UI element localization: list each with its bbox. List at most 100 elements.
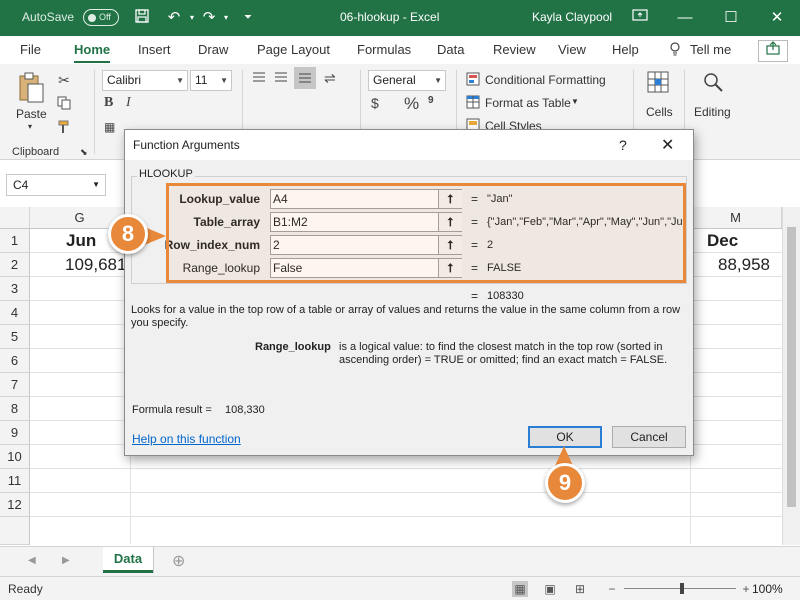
dialog-title: Function Arguments bbox=[133, 138, 240, 152]
sheet-prev-icon[interactable]: ◀ bbox=[28, 555, 36, 566]
align-top-icon[interactable] bbox=[252, 70, 266, 86]
tab-view[interactable]: View bbox=[558, 42, 586, 57]
row-header[interactable]: 1 bbox=[0, 229, 30, 253]
cells-label[interactable]: Cells bbox=[646, 105, 673, 119]
column-header-m[interactable]: M bbox=[690, 207, 782, 229]
zoom-slider-knob[interactable] bbox=[680, 583, 684, 594]
paste-icon[interactable] bbox=[14, 72, 48, 106]
row-header[interactable]: 12 bbox=[0, 493, 30, 517]
tab-help[interactable]: Help bbox=[612, 42, 639, 57]
copy-icon[interactable] bbox=[55, 96, 73, 114]
cut-icon[interactable]: ✂ bbox=[55, 72, 73, 90]
row-header[interactable]: 8 bbox=[0, 397, 30, 421]
row-header[interactable]: 10 bbox=[0, 445, 30, 469]
redo-dropdown-icon[interactable]: ▾ bbox=[216, 8, 236, 28]
conditional-formatting-label[interactable]: Conditional Formatting bbox=[485, 73, 606, 87]
row-header[interactable]: 7 bbox=[0, 373, 30, 397]
editing-label[interactable]: Editing bbox=[694, 105, 731, 119]
number-format-select[interactable]: General ▼ bbox=[368, 70, 446, 91]
sheet-next-icon[interactable]: ▶ bbox=[62, 555, 70, 566]
help-button[interactable]: ? bbox=[619, 137, 627, 153]
format-as-table-label[interactable]: Format as Table bbox=[485, 96, 571, 110]
sheet-tab-bar: ◀ ▶ Data ⊕ bbox=[0, 546, 800, 576]
comma-style-icon[interactable]: 9 bbox=[428, 95, 434, 106]
vertical-scrollbar[interactable] bbox=[782, 207, 800, 545]
tab-file[interactable]: File bbox=[20, 42, 41, 57]
save-icon[interactable] bbox=[132, 8, 152, 28]
borders-icon[interactable]: ▦ bbox=[104, 120, 115, 134]
font-name-value: Calibri bbox=[107, 73, 142, 87]
row-header[interactable]: 3 bbox=[0, 277, 30, 301]
row-header[interactable]: 6 bbox=[0, 349, 30, 373]
tab-draw[interactable]: Draw bbox=[198, 42, 228, 57]
equals-sign: = bbox=[471, 289, 479, 303]
ribbon-display-icon[interactable] bbox=[630, 8, 650, 28]
cell-m2[interactable]: 88,958 bbox=[718, 255, 770, 275]
minimize-button[interactable]: — bbox=[662, 0, 708, 36]
row-header-partial bbox=[0, 517, 30, 545]
italic-icon[interactable]: I bbox=[126, 95, 131, 111]
format-as-table-icon[interactable] bbox=[466, 95, 480, 112]
row-header[interactable]: 11 bbox=[0, 469, 30, 493]
lightbulb-icon[interactable] bbox=[669, 42, 681, 59]
status-ready: Ready bbox=[8, 582, 43, 596]
sheet-tab-data[interactable]: Data bbox=[103, 547, 153, 573]
gridline bbox=[30, 516, 782, 517]
align-bottom-icon[interactable] bbox=[294, 67, 316, 89]
cell-g2[interactable]: 109,681 bbox=[65, 255, 126, 275]
tab-home[interactable]: Home bbox=[74, 42, 111, 63]
ok-button[interactable]: OK bbox=[528, 426, 602, 448]
function-name: HLOOKUP bbox=[137, 168, 195, 180]
clipboard-launcher-icon[interactable]: ⬊ bbox=[80, 147, 88, 158]
tab-page-layout[interactable]: Page Layout bbox=[257, 42, 330, 57]
autosave-toggle[interactable]: Off bbox=[83, 9, 119, 26]
undo-icon[interactable]: ↶ bbox=[164, 8, 184, 28]
bold-icon[interactable]: B bbox=[104, 95, 113, 111]
font-name-select[interactable]: Calibri ▼ bbox=[102, 70, 188, 91]
cell-m1[interactable]: Dec bbox=[707, 231, 738, 251]
status-bar: Ready ▦ ▣ ⊞ − + 100% bbox=[0, 576, 800, 600]
customize-qat-icon[interactable]: ⏷ bbox=[238, 8, 258, 28]
zoom-out-icon[interactable]: − bbox=[604, 581, 620, 597]
wrap-text-icon[interactable]: ⇌ bbox=[324, 70, 336, 87]
percent-style-icon[interactable]: % bbox=[404, 94, 419, 114]
align-middle-icon[interactable] bbox=[274, 70, 288, 86]
step-badge-9: 9 bbox=[545, 463, 585, 503]
tell-me-search[interactable]: Tell me bbox=[690, 42, 731, 57]
page-layout-view-icon[interactable]: ▣ bbox=[542, 581, 558, 597]
paste-dropdown-icon[interactable]: ▾ bbox=[28, 122, 32, 131]
zoom-level[interactable]: 100% bbox=[752, 582, 783, 596]
find-icon[interactable] bbox=[700, 70, 726, 96]
close-window-button[interactable]: ✕ bbox=[754, 0, 800, 36]
add-sheet-icon[interactable]: ⊕ bbox=[172, 551, 185, 571]
tab-formulas[interactable]: Formulas bbox=[357, 42, 411, 57]
format-painter-icon[interactable] bbox=[55, 120, 73, 138]
step-badge-8: 8 bbox=[108, 214, 148, 254]
row-header[interactable]: 4 bbox=[0, 301, 30, 325]
select-all-corner[interactable] bbox=[0, 207, 30, 229]
maximize-button[interactable]: ☐ bbox=[708, 0, 754, 36]
user-name[interactable]: Kayla Claypool bbox=[532, 10, 612, 24]
chevron-down-icon: ▼ bbox=[220, 76, 228, 85]
help-on-function-link[interactable]: Help on this function bbox=[132, 432, 241, 446]
normal-view-icon[interactable]: ▦ bbox=[512, 581, 528, 597]
cell-g1[interactable]: Jun bbox=[66, 231, 96, 251]
tab-insert[interactable]: Insert bbox=[138, 42, 171, 57]
conditional-formatting-icon[interactable] bbox=[466, 72, 480, 89]
cancel-button[interactable]: Cancel bbox=[612, 426, 686, 448]
row-header[interactable]: 9 bbox=[0, 421, 30, 445]
clipboard-group-label: Clipboard bbox=[12, 146, 60, 158]
row-header[interactable]: 5 bbox=[0, 325, 30, 349]
accounting-format-icon[interactable]: $ bbox=[371, 95, 379, 111]
scroll-thumb[interactable] bbox=[787, 227, 796, 507]
share-button[interactable] bbox=[758, 40, 788, 62]
close-icon[interactable]: ✕ bbox=[661, 135, 674, 155]
tab-data[interactable]: Data bbox=[437, 42, 464, 57]
cells-icon[interactable] bbox=[646, 70, 670, 96]
name-box[interactable]: C4 ▼ bbox=[6, 174, 106, 196]
tab-review[interactable]: Review bbox=[493, 42, 536, 57]
paste-label[interactable]: Paste bbox=[16, 107, 47, 121]
font-size-select[interactable]: 11 ▼ bbox=[190, 70, 232, 91]
row-header[interactable]: 2 bbox=[0, 253, 30, 277]
page-break-view-icon[interactable]: ⊞ bbox=[572, 581, 588, 597]
